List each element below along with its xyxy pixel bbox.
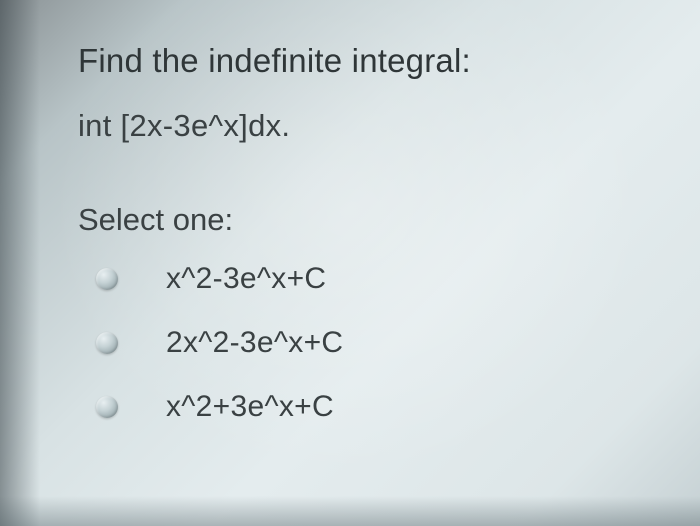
question-expression: int [2x-3e^x]dx. bbox=[78, 108, 640, 144]
question-container: Find the indefinite integral: int [2x-3e… bbox=[0, 0, 700, 484]
option-row: x^2+3e^x+C bbox=[96, 390, 640, 424]
question-title: Find the indefinite integral: bbox=[78, 42, 640, 80]
radio-option-3[interactable] bbox=[96, 396, 118, 418]
select-one-label: Select one: bbox=[78, 202, 640, 238]
option-text: x^2+3e^x+C bbox=[166, 390, 334, 424]
option-text: 2x^2-3e^x+C bbox=[166, 326, 343, 360]
vignette-bottom bbox=[0, 496, 700, 526]
radio-option-1[interactable] bbox=[96, 268, 118, 290]
option-text: x^2-3e^x+C bbox=[166, 262, 326, 296]
option-row: x^2-3e^x+C bbox=[96, 262, 640, 296]
option-row: 2x^2-3e^x+C bbox=[96, 326, 640, 360]
radio-option-2[interactable] bbox=[96, 332, 118, 354]
options-list: x^2-3e^x+C 2x^2-3e^x+C x^2+3e^x+C bbox=[78, 262, 640, 424]
